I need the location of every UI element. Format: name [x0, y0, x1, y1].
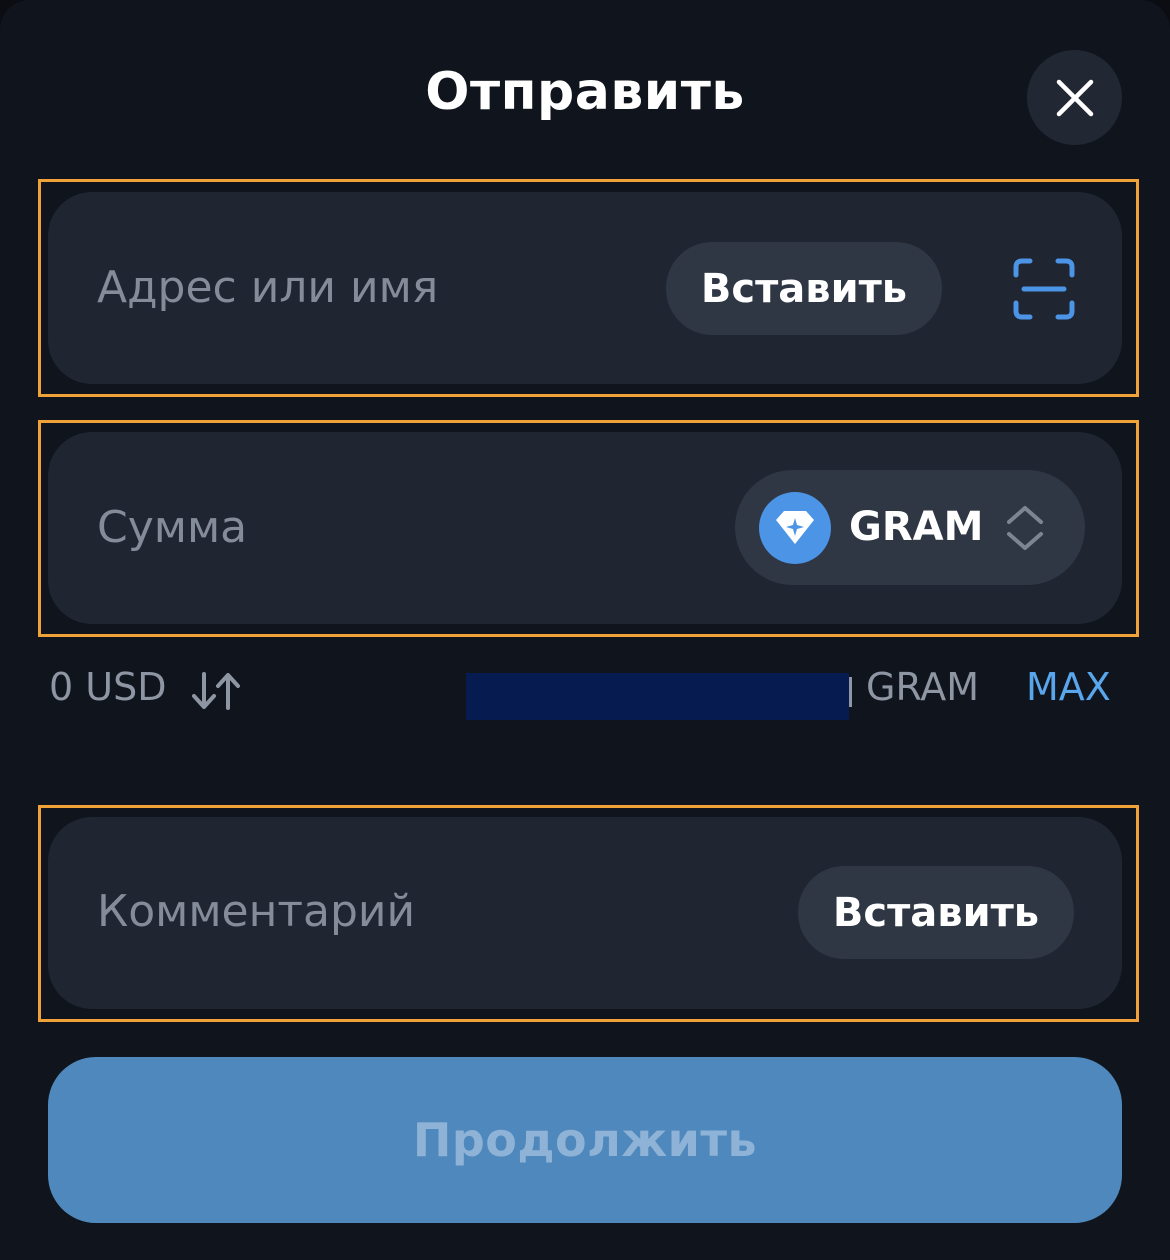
close-icon: [1056, 79, 1093, 116]
max-button[interactable]: MAX: [1026, 665, 1111, 709]
continue-button[interactable]: Продолжить: [48, 1057, 1122, 1223]
comment-paste-button[interactable]: Вставить: [798, 866, 1074, 959]
page-title: Отправить: [425, 62, 745, 122]
address-placeholder: Адрес или имя: [97, 262, 439, 313]
amount-placeholder: Сумма: [97, 502, 248, 553]
token-symbol: GRAM: [849, 504, 984, 550]
redaction-edge: [849, 677, 852, 707]
address-paste-button[interactable]: Вставить: [666, 242, 942, 335]
qr-scan-icon[interactable]: [1010, 255, 1078, 323]
fiat-amount: 0 USD: [49, 665, 167, 709]
swap-arrows-icon[interactable]: [190, 670, 244, 712]
token-selector[interactable]: GRAM: [735, 470, 1085, 585]
gram-diamond-icon: [759, 492, 831, 564]
comment-placeholder: Комментарий: [97, 886, 416, 937]
send-sheet: Отправить Адрес или имя Вставить Сумма G…: [0, 0, 1170, 1260]
redacted-balance: [466, 673, 849, 720]
chevron-up-down-icon: [1007, 506, 1043, 550]
close-button[interactable]: [1027, 50, 1122, 145]
balance-unit: GRAM: [866, 665, 980, 709]
